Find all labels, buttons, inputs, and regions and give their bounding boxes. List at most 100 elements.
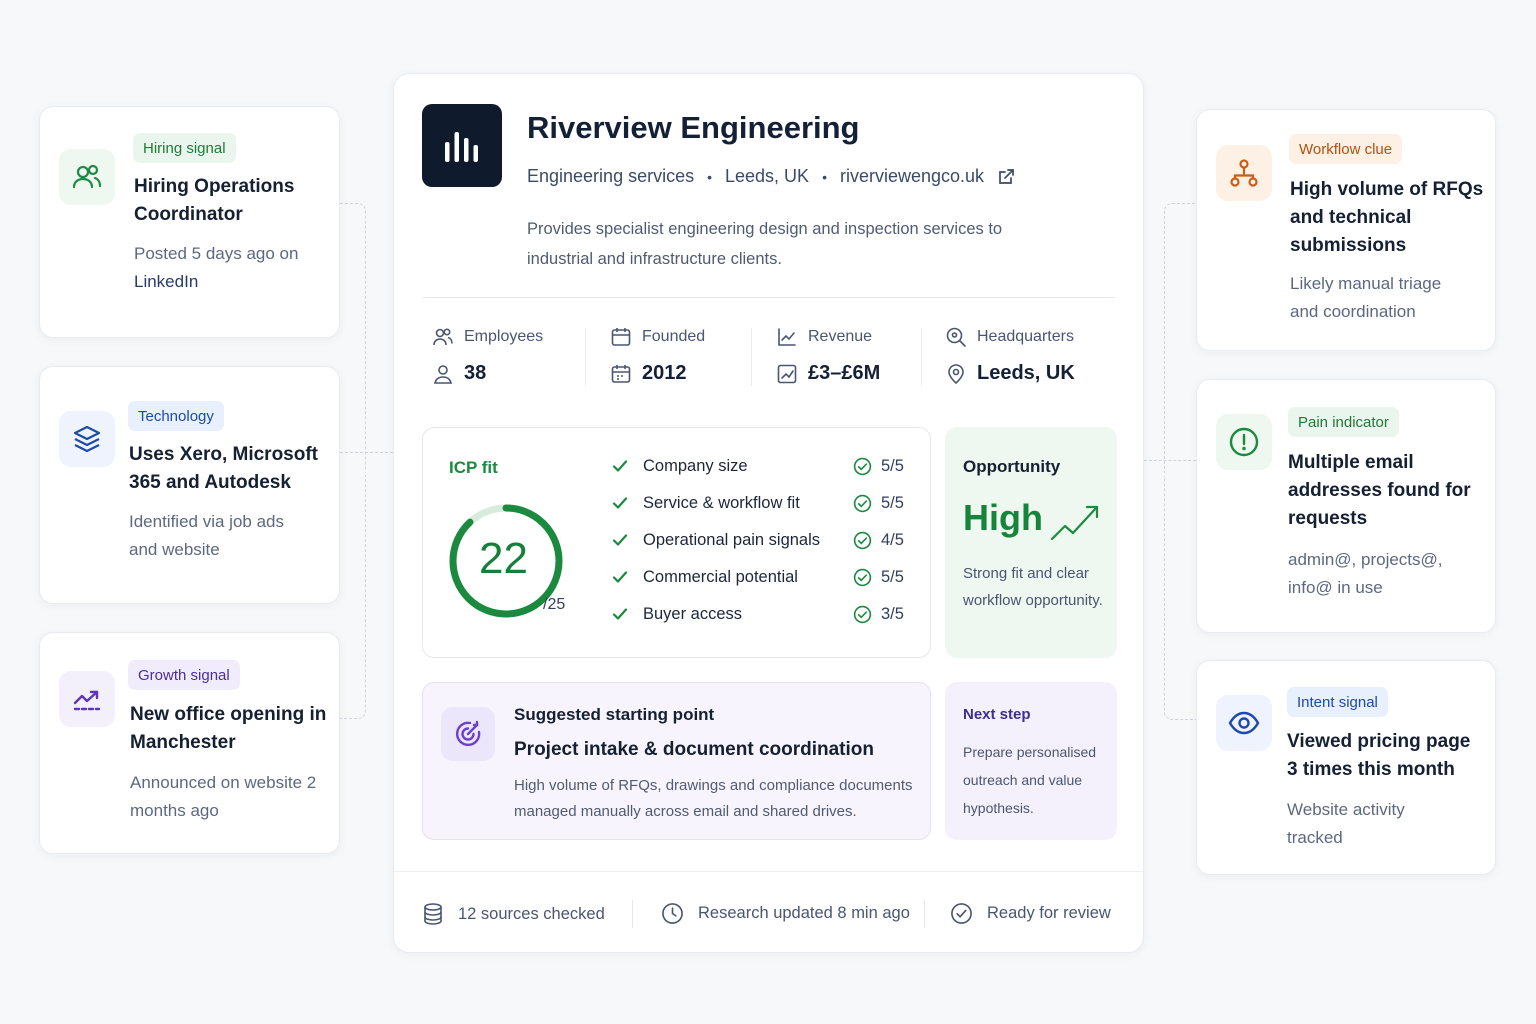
stat-value: Leeds, UK — [977, 362, 1075, 384]
badge-growth-signal: Growth signal — [128, 660, 240, 690]
trending-up-icon — [59, 671, 115, 727]
check-icon — [611, 605, 631, 623]
company-name: Riverview Engineering — [527, 110, 860, 145]
criterion-name: Operational pain signals — [643, 530, 821, 549]
opportunity-description: Strong fit and clear workflow opportunit… — [963, 565, 1103, 609]
check-circle-icon — [853, 494, 872, 512]
badge-pain-indicator: Pain indicator — [1288, 407, 1399, 437]
stat-label: Revenue — [808, 328, 873, 345]
users-icon — [59, 149, 115, 205]
signal-title: New office opening in Manchester — [130, 704, 327, 753]
meta-separator: • — [822, 168, 827, 185]
criterion-score: 5/5 — [881, 456, 904, 475]
icp-max: /25 — [543, 596, 566, 613]
check-circle-icon — [853, 457, 872, 475]
criterion-name: Commercial potential — [643, 567, 798, 586]
next-step-panel: Next step Prepare personalised outreach … — [945, 682, 1117, 840]
footer-updated: Research updated 8 min ago — [661, 902, 910, 925]
user-pin-icon — [433, 364, 453, 384]
signal-card-technology[interactable]: Technology Uses Xero, Microsoft 365 and … — [39, 366, 340, 604]
sources-checked: 12 sources checked — [458, 904, 605, 923]
signal-card-intent[interactable]: Intent signal Viewed pricing page 3 time… — [1196, 660, 1496, 875]
signal-card-growth[interactable]: Growth signal New office opening in Manc… — [39, 632, 340, 854]
company-profile-card: Riverview Engineering Engineering servic… — [393, 73, 1144, 953]
company-website-link[interactable]: riverviewengco.uk — [840, 166, 984, 187]
criterion-score: 5/5 — [881, 567, 904, 586]
opportunity-panel: Opportunity High Strong fit and clear wo… — [945, 427, 1117, 658]
signal-subtitle-text: Posted 5 days ago on — [134, 244, 299, 263]
signal-subtitle: Website activity tracked — [1287, 800, 1405, 847]
opportunity-title: Opportunity — [963, 457, 1061, 476]
badge-hiring-signal: Hiring signal — [133, 133, 236, 163]
stat-separator — [751, 328, 752, 386]
check-icon — [611, 531, 631, 549]
badge-technology: Technology — [128, 401, 224, 431]
signal-title: High volume of RFQs and technical submis… — [1290, 179, 1484, 256]
badge-intent-signal: Intent signal — [1287, 687, 1388, 717]
users-icon — [433, 328, 453, 346]
linkedin-link[interactable]: LinkedIn — [134, 272, 198, 291]
stat-value: £3–£6M — [808, 362, 881, 384]
stat-separator — [921, 328, 922, 386]
layers-icon — [59, 411, 115, 467]
stat-label: Founded — [642, 328, 706, 345]
company-meta: Engineering services • Leeds, UK • river… — [527, 166, 1015, 187]
calendar-icon — [611, 328, 631, 346]
check-circle-icon — [853, 568, 872, 586]
criterion-row: Commercial potential 5/5 — [611, 565, 911, 589]
chart-icon — [778, 328, 796, 346]
stat-value: 38 — [464, 362, 487, 384]
criterion-score: 5/5 — [881, 493, 904, 512]
criterion-name: Company size — [643, 456, 748, 475]
connector-right-top — [1164, 203, 1196, 473]
signal-title: Hiring Operations Coordinator — [134, 176, 295, 225]
trending-up-icon — [1050, 505, 1099, 541]
alert-circle-icon — [1216, 414, 1272, 470]
stat-separator — [585, 328, 586, 386]
next-step-description: Prepare personalised outreach and value … — [963, 744, 1097, 816]
icp-score: 22 — [479, 534, 528, 583]
signal-card-workflow[interactable]: Workflow clue High volume of RFQs and te… — [1196, 109, 1496, 351]
next-step-title: Next step — [963, 706, 1031, 723]
signal-subtitle: Announced on website 2 months ago — [130, 773, 317, 820]
connector-left-bottom — [340, 475, 366, 719]
external-link-icon[interactable] — [997, 168, 1015, 186]
criterion-name: Buyer access — [643, 604, 743, 623]
clock-icon — [662, 903, 683, 924]
calendar-icon — [611, 364, 631, 383]
suggested-starting-point: Suggested starting point Project intake … — [422, 682, 931, 840]
map-pin-icon — [948, 363, 964, 384]
connector-right-bottom — [1164, 476, 1196, 720]
starting-point-description: High volume of RFQs, drawings and compli… — [514, 777, 913, 820]
criterion-row: Company size 5/5 — [611, 454, 911, 478]
divider — [422, 297, 1115, 298]
icp-label: ICP fit — [449, 458, 498, 477]
signal-card-pain[interactable]: Pain indicator Multiple email addresses … — [1196, 379, 1496, 633]
opportunity-value: High — [963, 497, 1043, 538]
stat-label: Employees — [464, 328, 544, 345]
starting-point-title: Project intake & document coordination — [514, 739, 874, 760]
criterion-row: Buyer access 3/5 — [611, 602, 911, 626]
criterion-row: Operational pain signals 4/5 — [611, 528, 911, 552]
connector-right-mid — [1144, 460, 1196, 474]
footer-status: Ready for review — [950, 902, 1111, 925]
footer-separator — [924, 900, 925, 928]
signal-title: Uses Xero, Microsoft 365 and Autodesk — [129, 444, 318, 493]
icp-fit-panel: ICP fit 22 /25 Company size 5/5 Service … — [422, 427, 931, 658]
connector-left-mid — [340, 452, 393, 472]
signal-subtitle: Likely manual triage and coordination — [1290, 274, 1442, 321]
stat-value: 2012 — [642, 362, 687, 384]
stat-employees: Employees 38 — [432, 326, 543, 385]
chart-box-icon — [777, 364, 797, 383]
company-industry: Engineering services — [527, 166, 695, 186]
signal-subtitle: Identified via job ads and website — [129, 512, 284, 559]
search-location-icon — [946, 327, 966, 347]
eye-icon — [1216, 695, 1272, 751]
footer-divider — [394, 871, 1143, 872]
research-updated: Research updated 8 min ago — [698, 904, 910, 922]
signal-card-hiring[interactable]: Hiring signal Hiring Operations Coordina… — [39, 106, 340, 338]
criterion-score: 4/5 — [881, 530, 904, 549]
check-circle-icon — [853, 605, 872, 623]
signal-title: Multiple email addresses found for reque… — [1288, 452, 1471, 529]
stat-founded: Founded 2012 — [610, 326, 705, 385]
